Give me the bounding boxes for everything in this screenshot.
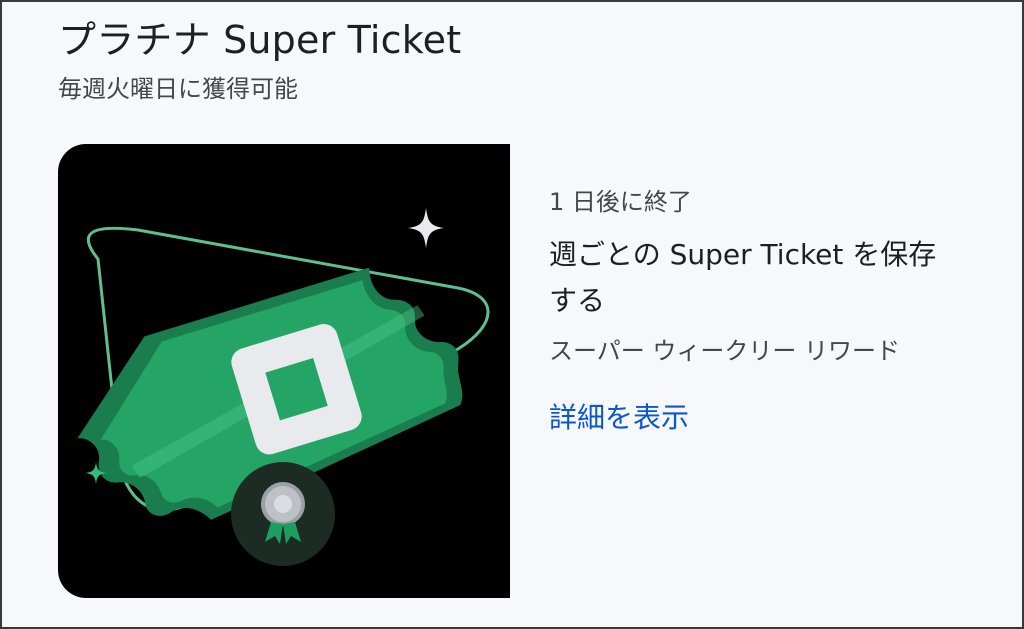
reward-subtitle: スーパー ウィークリー リワード — [549, 337, 901, 365]
reward-title: 週ごとの Super Ticket を保存する — [549, 238, 937, 317]
badge-icon — [231, 462, 335, 566]
sparkle-icon — [408, 208, 444, 248]
expiry-label: 1 日後に終了 — [549, 188, 692, 216]
reward-info: 1 日後に終了 週ごとの Super Ticket を保存する スーパー ウィー… — [549, 182, 949, 438]
reward-card: プラチナ Super Ticket 毎週火曜日に獲得可能 1 日後に終了 週ごと… — [0, 0, 1024, 629]
page-title: プラチナ Super Ticket — [58, 18, 462, 62]
reward-illustration — [77, 208, 490, 566]
reward-image — [58, 144, 510, 598]
view-details-link[interactable]: 詳細を表示 — [549, 398, 689, 438]
page-subtitle: 毎週火曜日に獲得可能 — [58, 75, 298, 103]
